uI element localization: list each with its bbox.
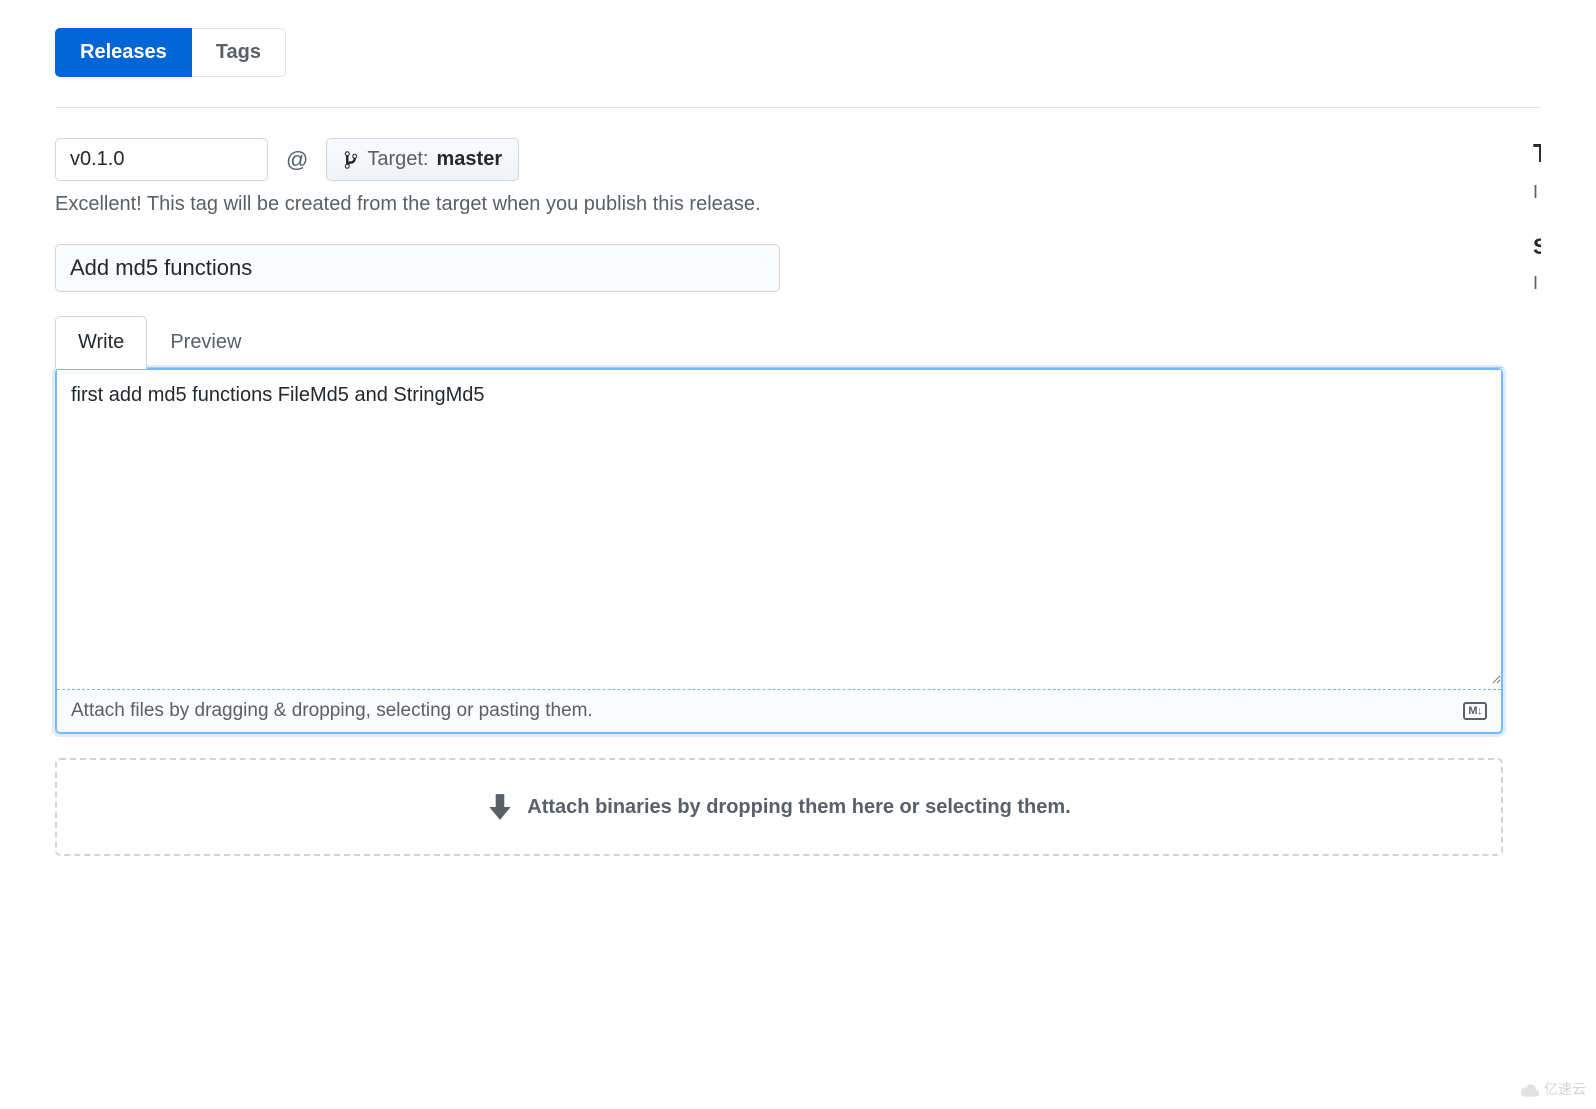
description-textarea[interactable]: first add md5 functions FileMd5 and Stri… xyxy=(57,370,1501,684)
tag-version-input[interactable] xyxy=(55,138,268,181)
sidebar-heading-2: S xyxy=(1533,234,1541,260)
description-editor: first add md5 functions FileMd5 and Stri… xyxy=(55,368,1503,734)
content-row: @ Target: master Excellent! This tag wil… xyxy=(55,138,1541,856)
target-label: Target: xyxy=(367,148,428,171)
release-tags-nav: Releases Tags xyxy=(55,28,1541,108)
sidebar-para-2: I xyxy=(1533,270,1541,297)
attach-files-bar[interactable]: Attach files by dragging & dropping, sel… xyxy=(57,689,1501,732)
attach-binaries-dropzone[interactable]: Attach binaries by dropping them here or… xyxy=(55,758,1503,856)
arrow-down-icon xyxy=(487,792,513,822)
attach-files-hint: Attach files by dragging & dropping, sel… xyxy=(71,700,593,722)
sidebar-heading-1: T xyxy=(1533,138,1541,169)
sidebar-help: T I S I xyxy=(1533,138,1541,856)
cloud-icon xyxy=(1520,1083,1540,1097)
git-branch-icon xyxy=(343,150,359,170)
markdown-icon[interactable]: M↓ xyxy=(1463,702,1487,720)
target-branch-name: master xyxy=(437,148,503,171)
attach-binaries-text: Attach binaries by dropping them here or… xyxy=(527,796,1070,819)
editor-tabs: Write Preview xyxy=(55,316,1503,368)
at-symbol: @ xyxy=(286,147,308,173)
write-tab[interactable]: Write xyxy=(55,316,147,369)
release-form: @ Target: master Excellent! This tag wil… xyxy=(55,138,1503,856)
tag-target-row: @ Target: master xyxy=(55,138,1503,181)
release-title-input[interactable] xyxy=(55,244,780,292)
releases-tab[interactable]: Releases xyxy=(55,28,192,77)
target-branch-button[interactable]: Target: master xyxy=(326,138,519,181)
tags-tab[interactable]: Tags xyxy=(192,28,286,77)
watermark: 亿速云 xyxy=(1520,1079,1586,1099)
preview-tab[interactable]: Preview xyxy=(147,316,264,368)
tag-hint-text: Excellent! This tag will be created from… xyxy=(55,193,1503,216)
sidebar-para-1: I xyxy=(1533,179,1541,206)
